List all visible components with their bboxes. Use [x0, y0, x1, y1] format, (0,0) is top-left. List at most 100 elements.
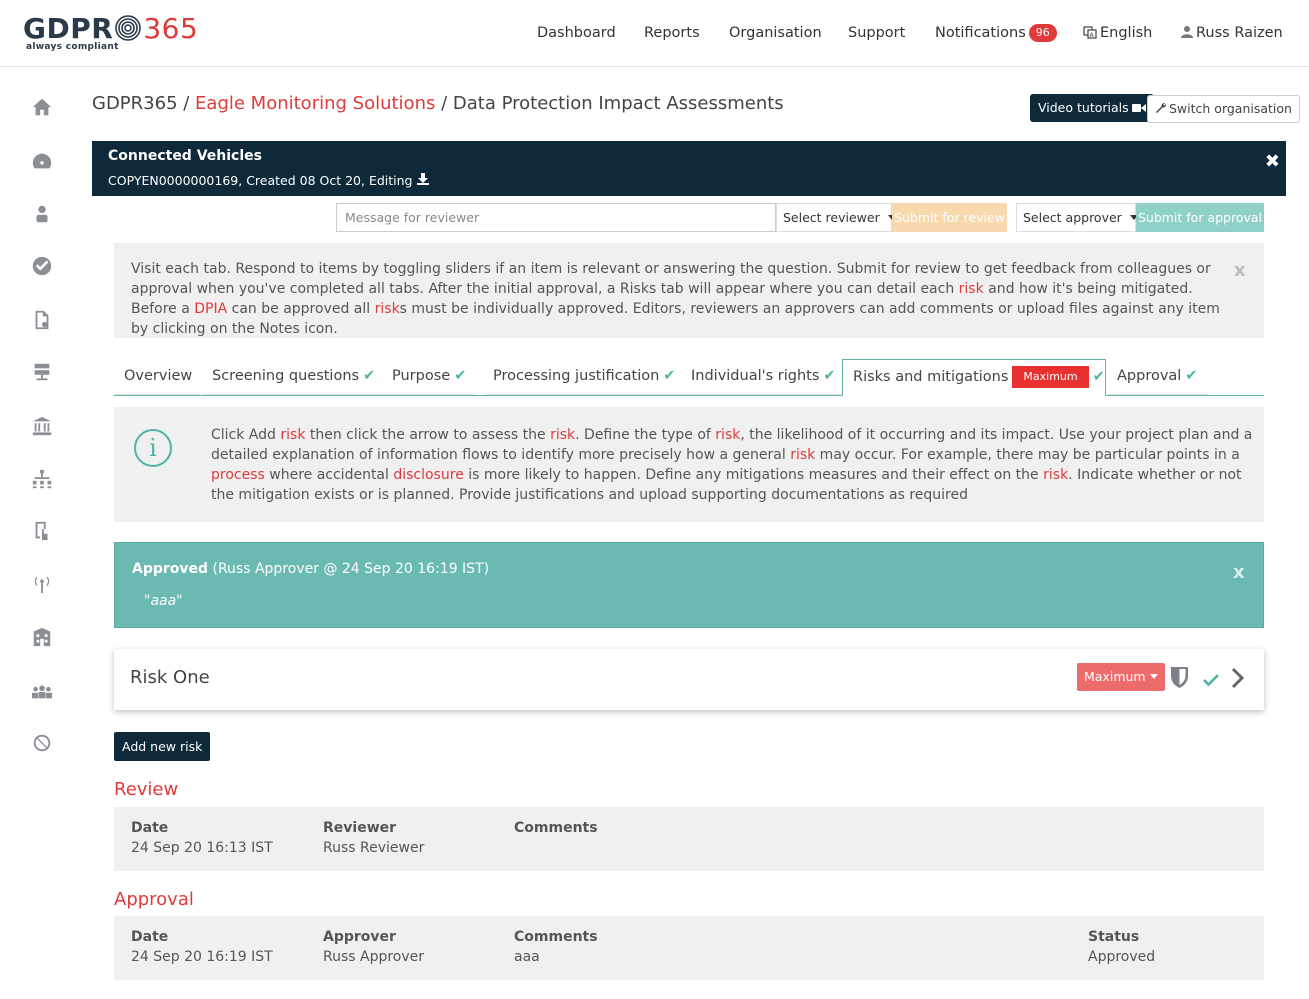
document-settings-icon[interactable] — [30, 308, 54, 332]
nav-support[interactable]: Support — [848, 22, 905, 44]
glossary-link-risk[interactable]: risk — [550, 427, 575, 443]
breadcrumb-organisation-link[interactable]: Eagle Monitoring Solutions — [195, 93, 435, 114]
shield-icon[interactable] — [1170, 665, 1189, 689]
guidance-text-part: . Define the type of — [575, 427, 716, 443]
approval-date-value: 24 Sep 20 16:19 IST — [131, 949, 273, 965]
tab-risks-and-mitigations[interactable]: Risks and mitigations Maximum ✔ — [842, 359, 1106, 396]
tab-overview[interactable]: Overview — [114, 359, 200, 395]
nav-organisation[interactable]: Organisation — [729, 22, 822, 44]
user-icon — [1181, 26, 1193, 38]
glossary-link-risk[interactable]: risk — [375, 301, 400, 317]
glossary-link-process[interactable]: process — [211, 467, 265, 483]
fingerprint-swirl-icon — [115, 15, 142, 41]
glossary-link-risk[interactable]: risk — [959, 281, 984, 297]
select-approver-dropdown[interactable]: Select approver — [1016, 203, 1138, 232]
risk-card: Risk One Maximum — [114, 649, 1264, 710]
download-icon[interactable] — [416, 173, 429, 185]
select-approver-label: Select approver — [1023, 210, 1122, 225]
video-tutorials-button[interactable]: Video tutorials — [1030, 94, 1154, 122]
risk-level-label: Maximum — [1084, 669, 1146, 684]
language-icon: A — [1083, 26, 1097, 39]
user-name: Russ Raizen — [1196, 25, 1283, 41]
building-icon[interactable] — [30, 625, 54, 649]
submit-for-approval-button[interactable]: Submit for approval — [1136, 203, 1264, 232]
message-for-reviewer-input[interactable] — [336, 203, 776, 232]
tab-rights-label: Individual's rights — [691, 368, 820, 384]
no-transfer-icon[interactable] — [30, 731, 54, 755]
check-icon: ✔ — [454, 368, 467, 384]
org-chart-icon[interactable] — [30, 467, 54, 491]
glossary-link-dpia[interactable]: DPIA — [194, 301, 227, 317]
glossary-link-risk[interactable]: risk — [715, 427, 740, 443]
tab-purpose[interactable]: Purpose ✔ — [382, 359, 477, 395]
review-table: Date Reviewer Comments 24 Sep 20 16:13 I… — [114, 807, 1264, 871]
nav-reports[interactable]: Reports — [644, 22, 700, 44]
glossary-link-risk[interactable]: risk — [790, 447, 815, 463]
nav-user-menu[interactable]: Russ Raizen — [1181, 22, 1283, 44]
users-icon[interactable] — [30, 679, 54, 703]
check-circle-icon[interactable] — [30, 254, 54, 278]
document-meta-text: COPYEN0000000169, Created 08 Oct 20, Edi… — [108, 173, 413, 188]
approval-status-header: Status — [1088, 929, 1140, 945]
breadcrumb-current-page: Data Protection Impact Assessments — [452, 93, 784, 114]
database-icon[interactable] — [30, 360, 54, 384]
check-icon: ✔ — [663, 368, 676, 384]
guidance-text-part: Click Add — [211, 427, 281, 443]
risk-title: Risk One — [130, 667, 210, 688]
guidance-text-part: where accidental — [264, 467, 394, 483]
tab-risks-label: Risks and mitigations — [853, 369, 1009, 385]
close-icon[interactable]: x — [1234, 260, 1246, 281]
home-icon[interactable] — [30, 95, 54, 119]
chevron-right-icon[interactable] — [1231, 667, 1245, 689]
tab-purpose-label: Purpose — [392, 368, 451, 384]
add-new-risk-button[interactable]: Add new risk — [114, 732, 211, 761]
select-reviewer-label: Select reviewer — [783, 210, 880, 225]
submit-for-review-button[interactable]: Submit for review — [892, 203, 1007, 232]
switch-organisation-label: Switch organisation — [1169, 101, 1292, 116]
glossary-link-disclosure[interactable]: disclosure — [393, 467, 463, 483]
breadcrumb: GDPR365 / Eagle Monitoring Solutions / D… — [92, 92, 784, 116]
glossary-link-risk[interactable]: risk — [1043, 467, 1068, 483]
video-tutorials-label: Video tutorials — [1038, 100, 1129, 115]
guidance-text-part: then click the arrow to assess the — [305, 427, 551, 443]
top-navbar: GDPR 365 always compliant Dashboard Repor… — [0, 0, 1309, 67]
approval-status-label: Approved — [132, 561, 209, 577]
breadcrumb-root[interactable]: GDPR365 — [92, 93, 178, 114]
breadcrumb-separator: / — [177, 93, 196, 114]
broadcast-icon[interactable] — [30, 572, 54, 596]
bank-icon[interactable] — [30, 414, 54, 438]
gdpr365-logo[interactable]: GDPR 365 always compliant — [23, 12, 198, 56]
tab-approval[interactable]: Approval ✔ — [1107, 359, 1208, 395]
close-icon[interactable]: x — [1233, 562, 1245, 583]
notifications-count-badge: 96 — [1028, 24, 1057, 42]
nav-dashboard[interactable]: Dashboard — [537, 22, 616, 44]
risk-level-dropdown[interactable]: Maximum — [1077, 663, 1165, 691]
select-reviewer-dropdown[interactable]: Select reviewer — [776, 203, 896, 232]
approval-comment: "aaa" — [144, 593, 183, 609]
tab-approval-label: Approval — [1117, 368, 1182, 384]
tab-individuals-rights[interactable]: Individual's rights ✔ — [681, 359, 846, 395]
approval-comments-header: Comments — [514, 929, 598, 945]
switch-organisation-button[interactable]: Switch organisation — [1147, 95, 1300, 123]
tab-processing-justification[interactable]: Processing justification ✔ — [483, 359, 686, 395]
approval-approver-header: Approver — [323, 929, 396, 945]
dashboard-icon[interactable] — [30, 149, 54, 173]
mobile-touch-icon[interactable] — [30, 519, 54, 543]
tab-processing-label: Processing justification — [493, 368, 660, 384]
review-date-header: Date — [131, 820, 169, 836]
approval-section-title: Approval — [114, 889, 194, 910]
glossary-link-risk[interactable]: risk — [280, 427, 305, 443]
nav-language[interactable]: A English — [1083, 22, 1152, 44]
review-reviewer-header: Reviewer — [323, 820, 397, 836]
check-icon: ✔ — [1185, 368, 1198, 384]
close-icon[interactable]: ✖ — [1265, 151, 1280, 172]
approval-notice-heading: Approved (Russ Approver @ 24 Sep 20 16:1… — [132, 561, 489, 577]
approval-date-header: Date — [131, 929, 169, 945]
review-comments-header: Comments — [514, 820, 598, 836]
tab-screening-questions[interactable]: Screening questions ✔ — [202, 359, 386, 395]
nav-notifications[interactable]: Notifications 96 — [935, 22, 1057, 44]
review-date-value: 24 Sep 20 16:13 IST — [131, 840, 273, 856]
guidance-text-part: may occur. For example, there may be par… — [815, 447, 1240, 463]
person-icon[interactable] — [30, 202, 54, 226]
breadcrumb-separator: / — [435, 93, 453, 114]
